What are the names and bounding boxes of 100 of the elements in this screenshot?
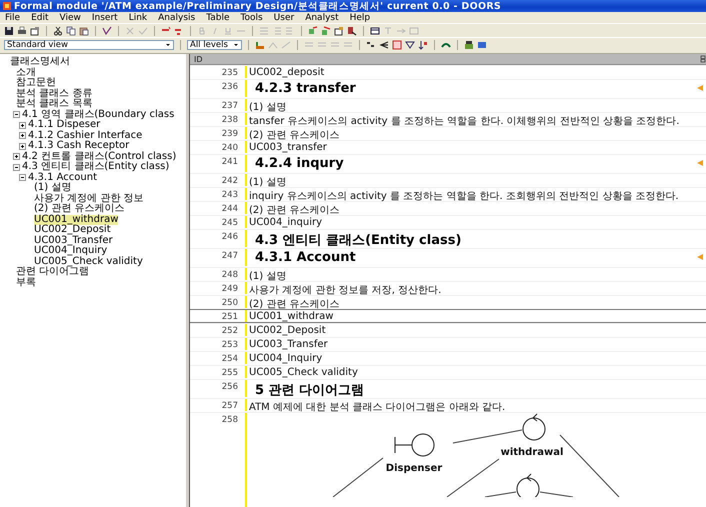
document-row[interactable]: 245 UC004_inquiry bbox=[190, 215, 706, 229]
table-cell-icon[interactable] bbox=[383, 26, 393, 36]
id-cell-text: 250 bbox=[220, 297, 239, 308]
tree-item[interactable]: 4.1 영역 클래스(Boundary class bbox=[22, 110, 174, 120]
document-row[interactable]: 257 ATM 예제에 대한 분석 클래스 다이어그램은 아래와 같다. bbox=[190, 398, 706, 412]
menu-item[interactable]: Table bbox=[206, 12, 230, 22]
menu-item[interactable]: Tools bbox=[240, 12, 263, 22]
view-dropdown[interactable]: Standard view bbox=[4, 40, 174, 50]
menu-item[interactable]: Analysis bbox=[158, 12, 196, 22]
document-row[interactable]: 256 5 관련 다이어그램 bbox=[190, 379, 706, 398]
link-icon[interactable] bbox=[308, 26, 318, 36]
tree-item[interactable]: 관련 다이어그램 bbox=[16, 267, 90, 278]
menu-item[interactable]: Help bbox=[350, 12, 370, 22]
print-icon[interactable] bbox=[17, 26, 27, 36]
tree-item[interactable]: 4.2 컨트롤 클래스(Control class) bbox=[22, 152, 176, 162]
tree-item[interactable]: 4.3.1 Account bbox=[28, 172, 97, 183]
document-row[interactable]: 255 UC005_Check validity bbox=[190, 365, 706, 379]
document-row[interactable]: 241 4.2.4 inqury bbox=[190, 154, 706, 173]
menu-item[interactable]: Insert bbox=[92, 12, 118, 22]
tree-item[interactable]: 분석 클래스 목록 bbox=[16, 99, 92, 110]
copy-icon[interactable] bbox=[66, 26, 76, 36]
section-heading: 4.2.4 inqury bbox=[254, 155, 344, 171]
document-row[interactable]: 250 (2) 관련 유스케이스 bbox=[190, 295, 706, 309]
column-resize-icon[interactable] bbox=[700, 55, 706, 63]
document-row[interactable]: 252 UC002_Deposit bbox=[190, 323, 706, 337]
document-row[interactable]: 235 UC002_deposit bbox=[190, 65, 706, 79]
id-cell-text: 241 bbox=[220, 156, 239, 169]
tree-item[interactable]: 4.1.1 Dispeser bbox=[28, 120, 100, 130]
collapse-icon[interactable] bbox=[19, 174, 26, 182]
object-text: (2) 관련 유스케이스 bbox=[248, 129, 340, 142]
tree-item[interactable]: UC003_Transfer bbox=[34, 236, 113, 246]
section-heading: 4.2.3 transfer bbox=[254, 80, 356, 96]
grid-icon[interactable] bbox=[392, 40, 402, 50]
expand-icon[interactable] bbox=[13, 153, 20, 160]
spell-check-icon[interactable] bbox=[102, 26, 112, 36]
edit-link-icon[interactable] bbox=[347, 26, 357, 36]
tree-item[interactable]: UC004_Inquiry bbox=[34, 246, 108, 256]
class-label: withdrawal bbox=[500, 447, 564, 458]
object-text: inquiry 유스케이스의 activity 를 조정하는 역할을 한다. 조회행위의 전반적인 상황을 조정한다. bbox=[248, 190, 679, 203]
split-icon[interactable] bbox=[379, 40, 389, 50]
filter-icon[interactable] bbox=[405, 40, 415, 50]
tree-item[interactable]: UC002_Deposit bbox=[34, 225, 111, 236]
tree-item[interactable]: UC001_withdraw bbox=[34, 214, 118, 225]
menu-item[interactable]: View bbox=[60, 12, 81, 22]
expand-icon[interactable] bbox=[19, 122, 26, 129]
level-dropdown[interactable]: All levels bbox=[187, 40, 242, 50]
app-icon bbox=[3, 2, 11, 10]
menu-item[interactable]: Link bbox=[128, 12, 148, 22]
document-row[interactable]: 237 (1) 설명 bbox=[190, 98, 706, 112]
properties-icon[interactable] bbox=[334, 26, 344, 36]
attribute-icon[interactable] bbox=[255, 40, 265, 50]
table-icon[interactable] bbox=[370, 26, 380, 36]
save-icon[interactable] bbox=[4, 26, 14, 36]
id-cell-text: 248 bbox=[220, 269, 239, 280]
document-row[interactable]: 239 (2) 관련 유스케이스 bbox=[190, 126, 706, 140]
document-row[interactable]: 253 UC003_Transfer bbox=[190, 337, 706, 351]
tree-item[interactable]: 참고문헌 bbox=[16, 78, 56, 88]
document-row[interactable]: 258 Dispenser withdrawal bbox=[190, 412, 706, 507]
document-row[interactable]: 238 tansfer 유스케이스의 activity 를 조정하는 역할을 한다. 이체행위의 전반적인 상황을 조정한다. bbox=[190, 112, 706, 126]
collapse-icon[interactable] bbox=[13, 164, 20, 171]
sort-icon[interactable] bbox=[418, 40, 428, 50]
document-row[interactable]: 246 4.3 엔티티 클래스(Entity class) bbox=[190, 229, 706, 248]
tree-item[interactable]: 부록 bbox=[16, 278, 36, 288]
tree-item[interactable]: UC005_Check validity bbox=[34, 256, 143, 267]
connector-line bbox=[452, 430, 522, 444]
expand-icon[interactable] bbox=[19, 142, 26, 150]
tree-item[interactable]: 사용가 계정에 관한 정보 bbox=[34, 194, 144, 204]
id-cell-text: 252 bbox=[220, 325, 239, 336]
tree-item[interactable]: 4.3 엔티티 클래스(Entity class) bbox=[22, 162, 170, 172]
paste-icon[interactable] bbox=[79, 26, 89, 36]
document-row[interactable]: 244 (2) 관련 유스케이스 bbox=[190, 201, 706, 215]
document-row[interactable]: 243 inquiry 유스케이스의 activity 를 조정하는 역할을 한다. 조회행위의 전반적인 상황을 조정한다. bbox=[190, 187, 706, 201]
tree-item[interactable]: (1) 설명 bbox=[34, 183, 72, 194]
window-icon[interactable] bbox=[30, 26, 40, 36]
tree-item[interactable]: 클래스명세서 bbox=[10, 57, 70, 68]
tree-item[interactable]: 4.1.3 Cash Receptor bbox=[28, 141, 130, 152]
expand-icon[interactable] bbox=[19, 132, 26, 140]
menu-item[interactable]: File bbox=[5, 12, 20, 22]
document-row[interactable]: 240 UC003_transfer bbox=[190, 140, 706, 154]
document-row[interactable]: 254 UC004_Inquiry bbox=[190, 351, 706, 365]
window-title: Formal module '/ATM example/Preliminary Design/분석클래스명세서' current 0.0 - DOORS bbox=[14, 0, 502, 12]
menu-item[interactable]: User bbox=[274, 12, 294, 22]
tree-item[interactable]: 4.1.2 Cashier Interface bbox=[28, 130, 142, 141]
menu-item[interactable]: Analyst bbox=[305, 12, 339, 22]
tree-item[interactable]: (2) 관련 유스케이스 bbox=[34, 204, 125, 214]
cut-icon[interactable] bbox=[53, 26, 63, 36]
document-row[interactable]: 248 (1) 설명 bbox=[190, 267, 706, 281]
control-class-symbol bbox=[516, 474, 540, 497]
document-row[interactable]: 236 4.2.3 transfer bbox=[190, 79, 706, 98]
check-icon[interactable] bbox=[138, 26, 148, 36]
document-row[interactable]: 242 (1) 설명 bbox=[190, 173, 706, 187]
tree-item[interactable]: 분석 클래스 종류 bbox=[16, 88, 92, 99]
object-text: (2) 관련 유스케이스 bbox=[248, 298, 340, 311]
document-row[interactable]: 249 사용가 계정에 관한 정보를 저장, 정산한다. bbox=[190, 281, 706, 295]
document-row[interactable]: 251 UC001_withdraw bbox=[190, 309, 706, 323]
menu-item[interactable]: Edit bbox=[31, 12, 48, 22]
collapse-icon[interactable] bbox=[13, 111, 20, 118]
document-row[interactable]: 247 4.3.1 Account bbox=[190, 248, 706, 267]
tree-item[interactable]: 소개 bbox=[16, 68, 36, 78]
link-target-icon[interactable] bbox=[321, 26, 331, 36]
